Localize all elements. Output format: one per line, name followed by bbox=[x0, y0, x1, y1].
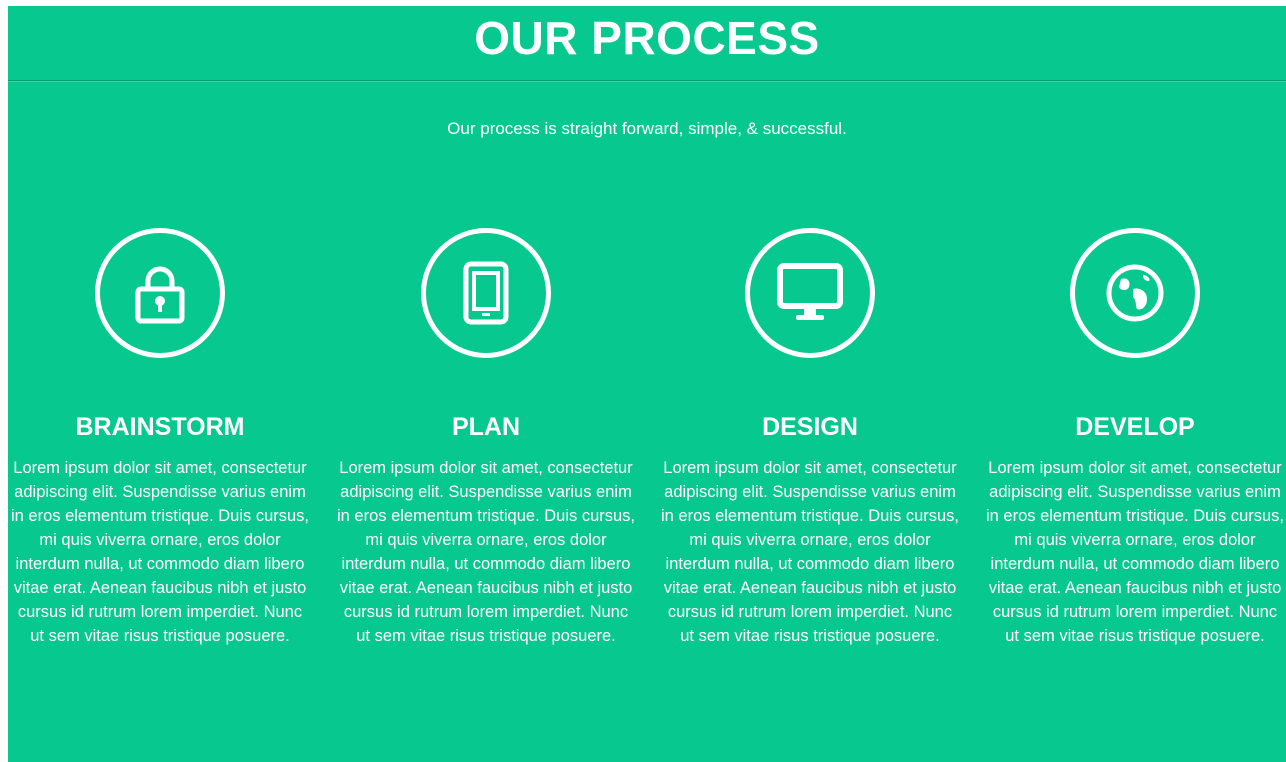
step-heading: PLAN bbox=[451, 413, 521, 441]
tablet-icon bbox=[463, 261, 509, 325]
title-divider bbox=[8, 80, 1286, 82]
icon-circle bbox=[421, 228, 551, 358]
step-heading: DEVELOP bbox=[1075, 413, 1195, 441]
step-description: Lorem ipsum dolor sit amet, consectetur … bbox=[660, 459, 960, 645]
step-description: Lorem ipsum dolor sit amet, consectetur … bbox=[10, 459, 310, 645]
section-subtitle: Our process is straight forward, simple,… bbox=[447, 119, 847, 138]
step-plan: PLAN Lorem ipsum dolor sit amet, consect… bbox=[336, 228, 636, 648]
monitor-icon bbox=[777, 263, 843, 320]
step-develop: DEVELOP Lorem ipsum dolor sit amet, cons… bbox=[985, 228, 1285, 648]
step-design: DESIGN Lorem ipsum dolor sit amet, conse… bbox=[660, 228, 960, 648]
step-description: Lorem ipsum dolor sit amet, consectetur … bbox=[336, 459, 636, 645]
icon-circle bbox=[95, 228, 225, 358]
process-section: OUR PROCESS Our process is straight forw… bbox=[8, 6, 1286, 762]
step-description: Lorem ipsum dolor sit amet, consectetur … bbox=[985, 459, 1285, 645]
icon-circle bbox=[1070, 228, 1200, 358]
process-steps: BRAINSTORM Lorem ipsum dolor sit amet, c… bbox=[8, 228, 1286, 762]
lock-icon bbox=[135, 266, 185, 324]
step-heading: BRAINSTORM bbox=[75, 413, 245, 441]
globe-icon bbox=[1106, 264, 1164, 322]
icon-circle bbox=[745, 228, 875, 358]
step-brainstorm: BRAINSTORM Lorem ipsum dolor sit amet, c… bbox=[10, 228, 310, 648]
step-heading: DESIGN bbox=[762, 413, 858, 441]
section-title: OUR PROCESS bbox=[474, 12, 820, 64]
